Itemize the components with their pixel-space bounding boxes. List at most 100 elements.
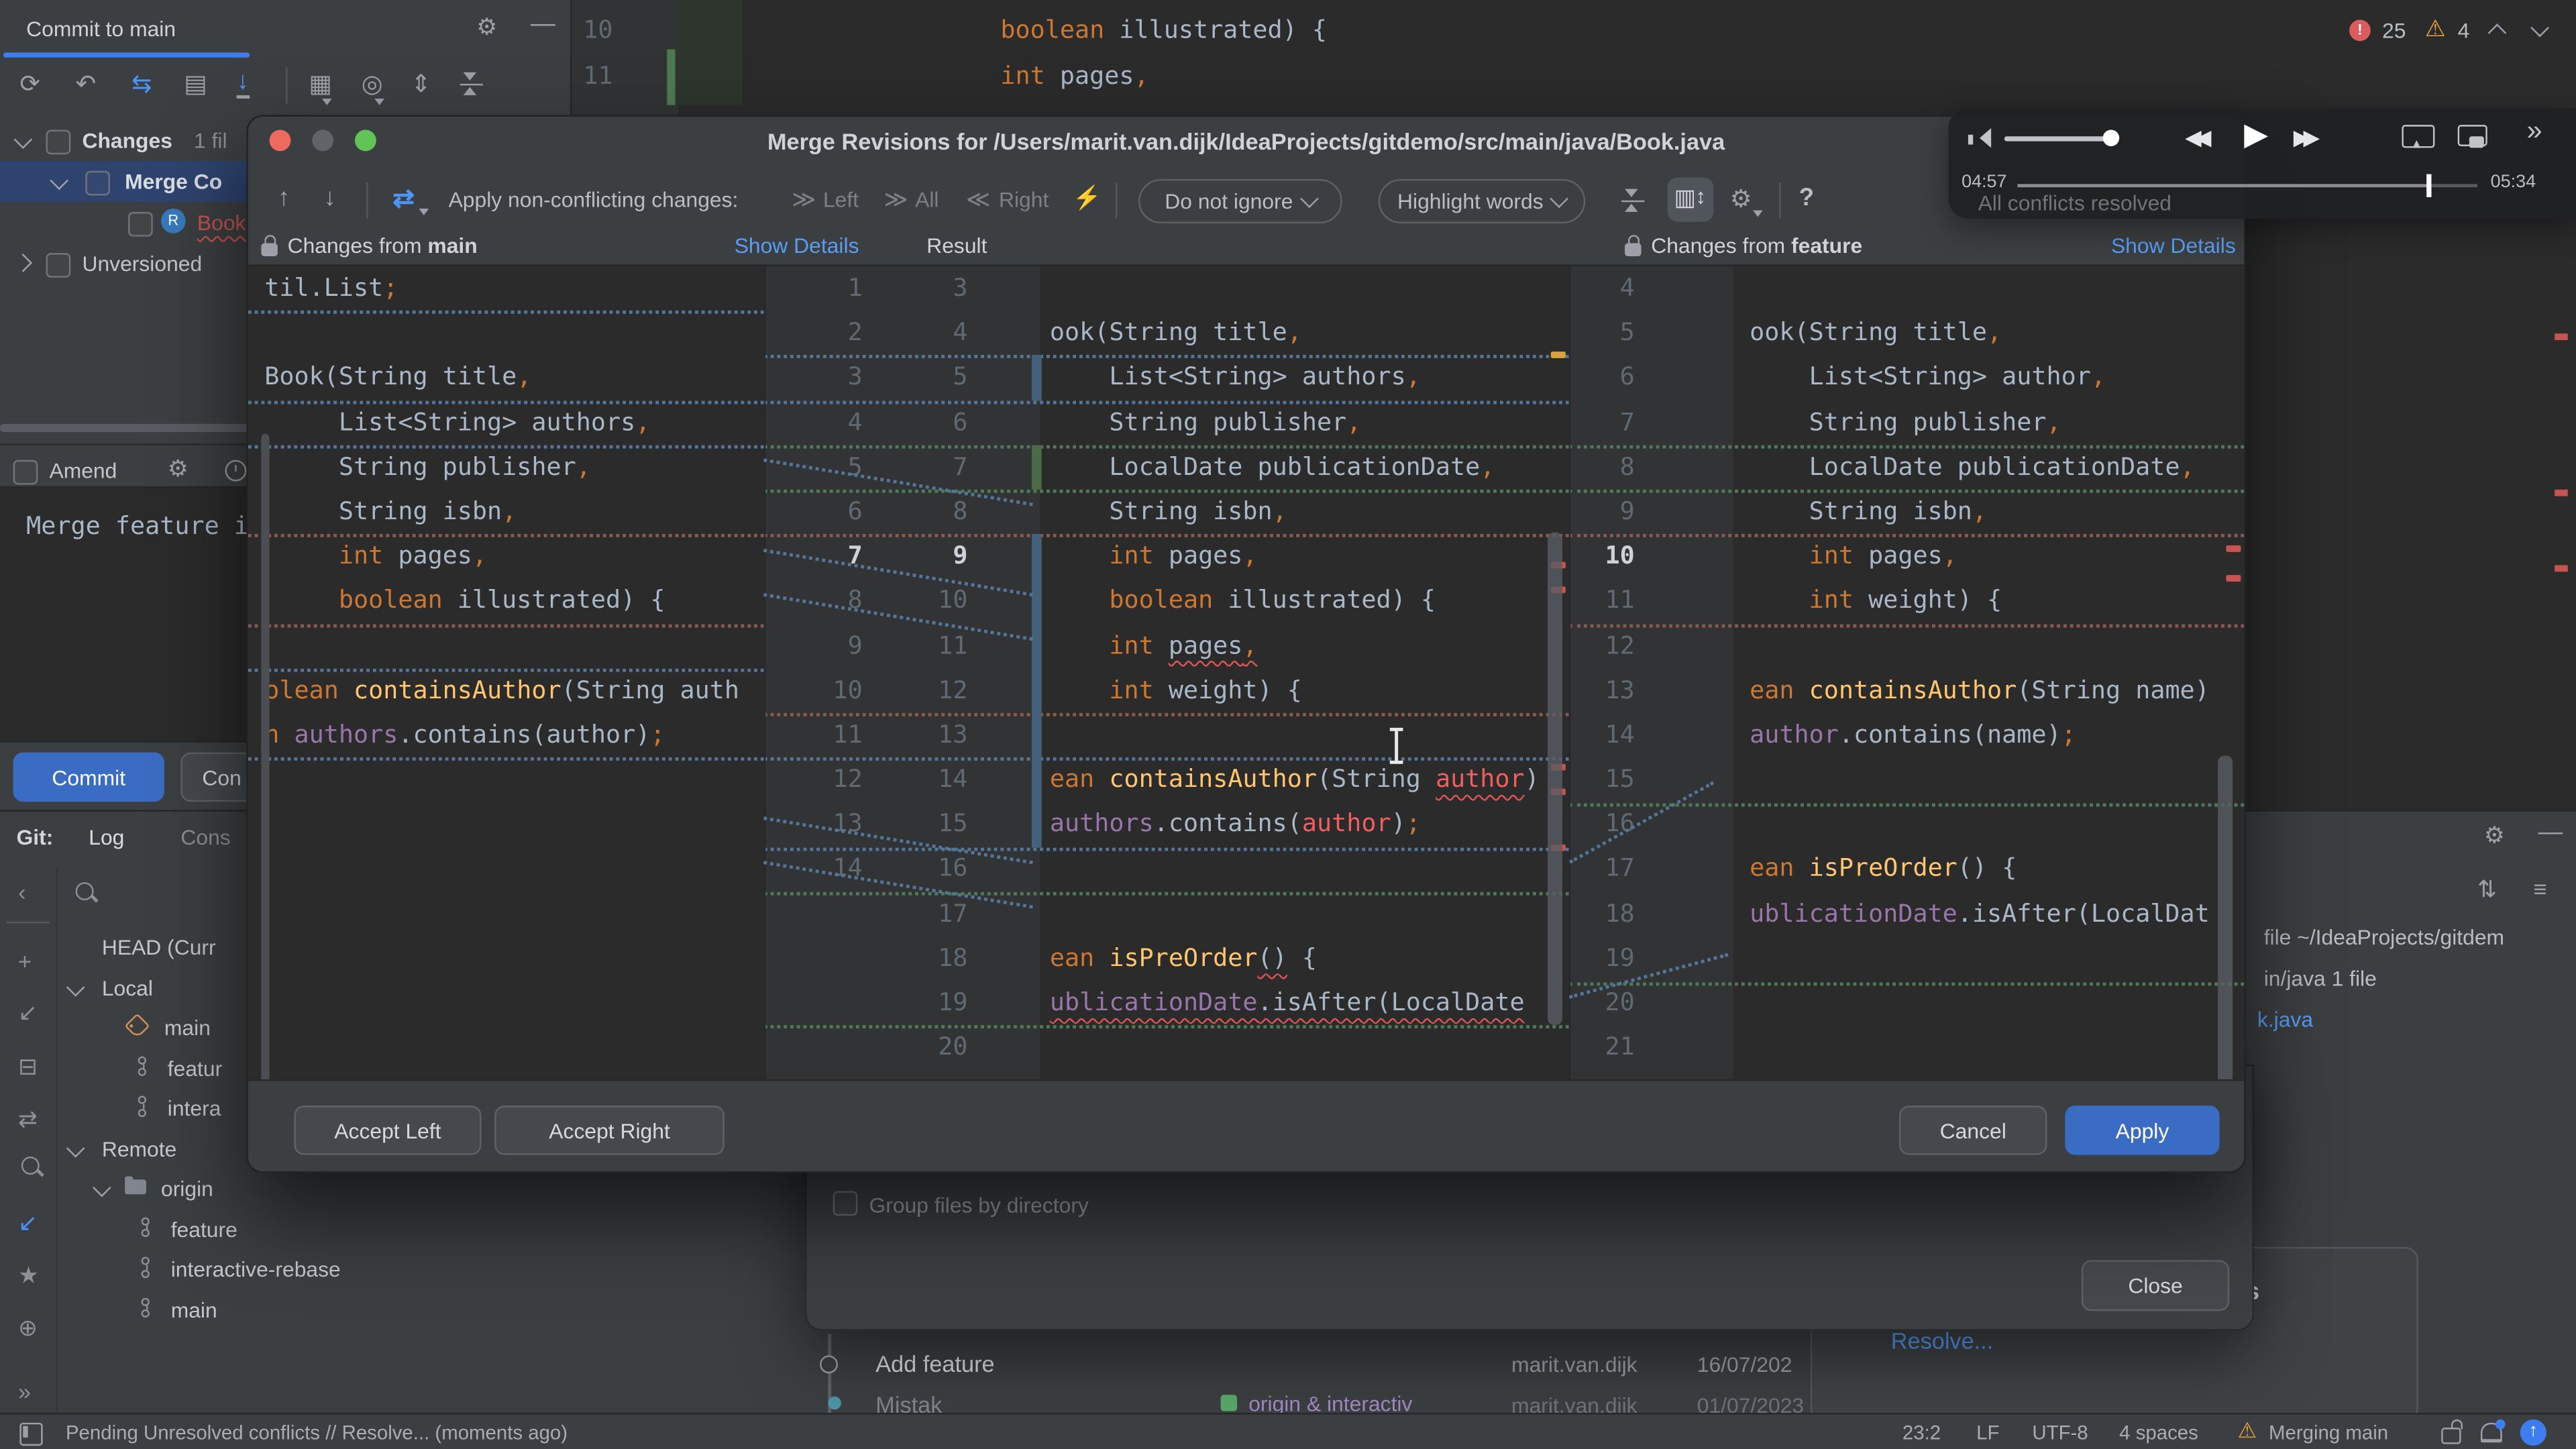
preview-icon[interactable]: ◎ xyxy=(362,69,383,99)
branch-row-main[interactable]: main xyxy=(0,1289,542,1329)
tab-log[interactable]: Log xyxy=(89,824,124,849)
chevron-down-icon[interactable] xyxy=(66,977,85,996)
git-branch-icon xyxy=(138,1055,153,1077)
tab-console[interactable]: Cons xyxy=(180,824,230,849)
left-pane-vscrollbar[interactable] xyxy=(261,433,270,1079)
code-line: 17 xyxy=(938,898,968,928)
merge-arrows-icon[interactable]: ⇆ xyxy=(131,69,152,99)
line-ending[interactable]: LF xyxy=(1976,1421,1999,1444)
group-by-icon[interactable]: ▦ xyxy=(309,69,332,99)
tool-windows-icon[interactable] xyxy=(19,1422,43,1446)
play-icon[interactable]: ▶ xyxy=(2244,117,2268,154)
merge-commit-checkbox[interactable] xyxy=(85,170,111,196)
code-line: List<String> authors, xyxy=(264,407,651,437)
apply-left-label[interactable]: Left xyxy=(823,187,859,212)
left-show-details-link[interactable]: Show Details xyxy=(735,233,859,258)
ignore-policy-dropdown[interactable]: Do not ignore xyxy=(1138,178,1342,224)
apply-right-label[interactable]: Right xyxy=(999,187,1049,212)
file-encoding[interactable]: UTF-8 xyxy=(2032,1421,2088,1444)
caret-position[interactable]: 23:2 xyxy=(1902,1421,1941,1444)
chevron-up-icon[interactable] xyxy=(2487,23,2507,42)
search-icon[interactable] xyxy=(75,882,94,901)
gear-icon[interactable]: ⚙ xyxy=(1730,184,1752,214)
timeline-remaining[interactable] xyxy=(2428,184,2478,188)
error-stripe-mark[interactable] xyxy=(2555,489,2568,496)
error-stripe-mark[interactable] xyxy=(2226,545,2241,552)
notifications-bell-icon[interactable] xyxy=(2480,1419,2506,1443)
help-icon[interactable]: ? xyxy=(1799,184,1814,212)
unversioned-label: Unversioned xyxy=(82,251,203,276)
right-vscrollbar[interactable] xyxy=(2218,755,2233,1079)
branch-row-interactive-rebase[interactable]: interactive-rebase xyxy=(0,1248,542,1289)
cancel-button[interactable]: Cancel xyxy=(1899,1106,2047,1155)
error-stripe-mark[interactable] xyxy=(2555,565,2568,572)
toolbar-icon[interactable]: ‹ xyxy=(18,879,25,905)
log-row[interactable]: Add feature marit.van.dijk 16/07/202 xyxy=(805,1346,1811,1387)
apply-all-label[interactable]: All xyxy=(915,187,938,212)
error-stripe-mark[interactable] xyxy=(2555,333,2568,340)
chevron-down-icon[interactable] xyxy=(2530,18,2549,38)
download-icon[interactable]: ↓ xyxy=(236,67,250,99)
unlock-icon[interactable] xyxy=(2441,1419,2463,1444)
dialog-title-bar[interactable]: Merge Revisions for /Users/marit.van.dij… xyxy=(248,117,2245,166)
playhead[interactable] xyxy=(2426,174,2431,197)
sort-icon[interactable]: ⇅ xyxy=(2477,875,2497,904)
timeline-played[interactable] xyxy=(2017,184,2428,188)
update-icon[interactable]: ↑ xyxy=(2520,1419,2546,1446)
diff-change-bar xyxy=(1031,445,1042,490)
hide-icon[interactable]: — xyxy=(531,10,555,38)
highlight-mode-dropdown[interactable]: Highlight words xyxy=(1378,178,1586,224)
apply-left-icon[interactable]: ≫ xyxy=(792,186,816,214)
resolve-link[interactable]: Resolve... xyxy=(1891,1328,1993,1354)
chevron-down-icon[interactable] xyxy=(66,1138,85,1157)
hide-icon[interactable]: — xyxy=(2538,818,2563,847)
volume-knob[interactable] xyxy=(2102,129,2120,146)
chevron-down-icon[interactable] xyxy=(92,1178,111,1197)
branch-row-origin[interactable]: origin xyxy=(0,1168,542,1208)
code-line: 12 14 ean containsAuthor(String author) xyxy=(833,763,1540,794)
history-icon[interactable] xyxy=(225,460,247,482)
volume-slider[interactable] xyxy=(2004,136,2113,142)
branch-row-feature[interactable]: feature xyxy=(0,1208,542,1248)
rewind-icon[interactable]: ◀◀ xyxy=(2185,125,2211,151)
more-icon[interactable]: » xyxy=(2527,115,2542,148)
gear-icon[interactable]: ⚙ xyxy=(2484,821,2505,849)
result-vscrollbar[interactable] xyxy=(1547,532,1562,1026)
toolbar-icon[interactable]: » xyxy=(18,1379,31,1405)
changelist-icon[interactable]: ▤ xyxy=(184,69,207,99)
problems-widget[interactable]: ! 25 ⚠ 4 xyxy=(2339,10,2569,53)
next-change-icon[interactable]: ↓ xyxy=(323,184,335,212)
status-message[interactable]: Pending Unresolved conflicts // Resolve.… xyxy=(66,1421,568,1444)
collapse-all-icon[interactable] xyxy=(460,72,484,96)
details-file-link[interactable]: k.java xyxy=(2257,1007,2313,1032)
gear-icon[interactable]: ⚙ xyxy=(476,13,497,42)
apply-button[interactable]: Apply xyxy=(2065,1106,2220,1155)
result-code-pane[interactable]: 1 3 2 4 ook(String title, 3 5 List<String> aut… xyxy=(763,266,1569,1079)
close-button[interactable]: Close xyxy=(2081,1260,2230,1311)
collapse-unchanged-icon[interactable] xyxy=(1621,189,1645,212)
apply-all-icon[interactable]: ≫ xyxy=(884,186,908,214)
undo-icon[interactable]: ↶ xyxy=(76,69,97,99)
right-show-details-link[interactable]: Show Details xyxy=(2111,233,2236,258)
git-branch-widget[interactable]: Merging main xyxy=(2269,1421,2388,1444)
left-code-pane[interactable]: til.List; Book(String title, List<String>… xyxy=(248,266,764,1079)
expand-all-icon[interactable]: ⇕ xyxy=(411,69,431,99)
right-code-pane[interactable]: 4 5 ook(String title, 6 List<String> author… xyxy=(1568,266,2245,1079)
magic-resolve-icon[interactable]: ⚡ xyxy=(1073,184,1102,212)
accept-right-button[interactable]: Accept Right xyxy=(494,1106,725,1155)
speaker-icon[interactable] xyxy=(1968,128,1992,150)
group-by-directory-checkbox[interactable] xyxy=(833,1191,858,1216)
gear-icon[interactable]: ⚙ xyxy=(168,455,189,483)
filter-icon[interactable]: ≡ xyxy=(2533,875,2546,902)
apply-all-changes-icon[interactable]: ⇄ xyxy=(392,182,415,215)
fast-forward-icon[interactable]: ▶▶ xyxy=(2294,125,2320,151)
error-stripe-mark[interactable] xyxy=(2226,575,2241,582)
prev-change-icon[interactable]: ↑ xyxy=(278,184,290,212)
lock-icon xyxy=(1625,235,1642,257)
error-stripe-mark[interactable] xyxy=(1550,352,1566,358)
sync-scroll-toggle[interactable]: ▥ ↕ xyxy=(1667,177,1714,222)
accept-left-button[interactable]: Accept Left xyxy=(294,1106,482,1155)
book-checkbox[interactable] xyxy=(128,211,153,237)
apply-right-icon[interactable]: ≪ xyxy=(966,186,990,214)
indent-setting[interactable]: 4 spaces xyxy=(2119,1421,2198,1444)
